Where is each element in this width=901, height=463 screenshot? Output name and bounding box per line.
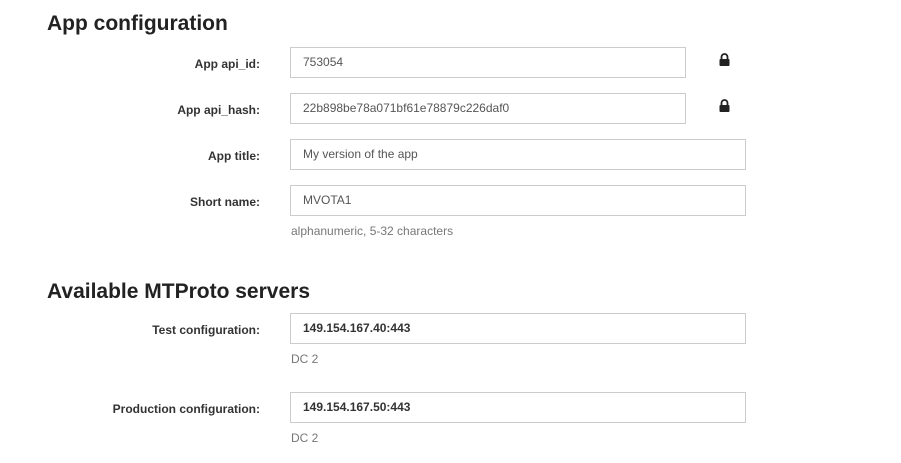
short-name-input[interactable]: MVOTA1 [290,185,746,216]
production-configuration-label: Production configuration: [112,402,260,416]
app-title-label: App title: [208,149,260,163]
api-hash-label: App api_hash: [177,103,260,117]
lock-icon [719,53,730,66]
test-dc-text: DC 2 [291,352,319,366]
short-name-help: alphanumeric, 5-32 characters [291,224,454,238]
test-configuration-label: Test configuration: [152,323,260,337]
short-name-label: Short name: [189,195,260,209]
production-dc-text: DC 2 [291,431,319,445]
mtproto-servers-heading: Available MTProto servers [47,280,310,303]
production-configuration-field[interactable]: 149.154.167.50:443 [290,392,746,423]
api-id-field[interactable]: 753054 [290,47,686,78]
api-hash-field[interactable]: 22b898be78a071bf61e78879c226daf0 [290,93,686,124]
test-configuration-field[interactable]: 149.154.167.40:443 [290,313,746,344]
app-title-input[interactable]: My version of the app [290,139,746,170]
app-configuration-heading: App configuration [47,12,228,35]
lock-icon [719,99,730,112]
api-id-label: App api_id: [194,57,260,71]
